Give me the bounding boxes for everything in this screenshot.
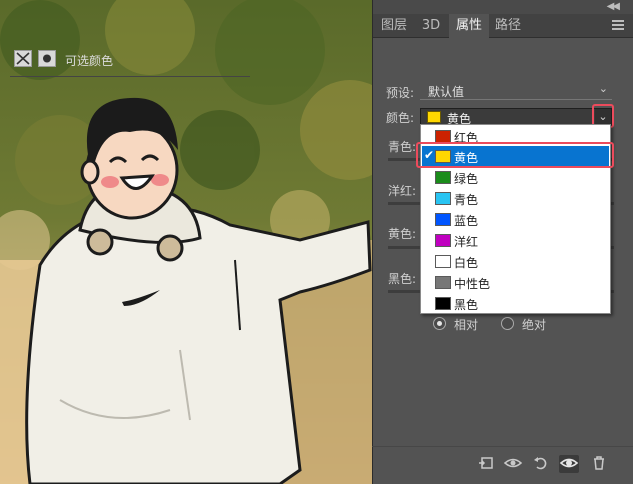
canvas-image[interactable] <box>0 0 372 484</box>
trash-icon[interactable] <box>589 455 609 473</box>
cartoon-illustration <box>0 0 372 484</box>
tab-properties[interactable]: 属性 <box>449 14 489 38</box>
list-item-black[interactable]: 黑色 <box>422 293 609 314</box>
list-item-blue[interactable]: 蓝色 <box>422 209 609 230</box>
radio-relative-label: 相对 <box>454 318 479 332</box>
list-item-white[interactable]: 白色 <box>422 251 609 272</box>
list-item-green[interactable]: 绿色 <box>422 167 609 188</box>
clip-to-layer-icon[interactable] <box>476 455 496 473</box>
preset-value: 默认值 <box>428 85 465 99</box>
adjustment-layer-icon[interactable] <box>14 50 32 67</box>
list-item-label: 中性色 <box>454 277 491 291</box>
double-chevron-icon[interactable]: ◀◀ <box>607 1 620 12</box>
magenta-label: 洋红: <box>388 184 417 198</box>
cyan-swatch <box>435 192 451 205</box>
preset-dropdown[interactable]: 默认值 ⌄ <box>420 82 612 100</box>
list-item-magenta[interactable]: 洋红 <box>422 230 609 251</box>
preset-label: 预设: <box>386 86 415 100</box>
tab-layers[interactable]: 图层 <box>377 14 411 38</box>
list-item-label: 洋红 <box>454 235 479 249</box>
yellow-label: 黄色: <box>388 227 417 241</box>
tab-paths[interactable]: 路径 <box>491 14 525 38</box>
divider <box>10 76 250 77</box>
view-previous-icon[interactable] <box>503 455 523 473</box>
black-label: 黑色: <box>388 272 417 286</box>
list-item-cyan[interactable]: 青色 <box>422 188 609 209</box>
list-item-label: 绿色 <box>454 172 479 186</box>
neutral-swatch <box>435 276 451 289</box>
list-item-label: 白色 <box>454 256 479 270</box>
highlight-box <box>416 142 614 168</box>
reset-icon[interactable] <box>531 455 551 473</box>
magenta-swatch <box>435 234 451 247</box>
radio-relative[interactable] <box>433 317 446 330</box>
tab-3d[interactable]: 3D <box>417 14 445 38</box>
green-swatch <box>435 171 451 184</box>
list-item-neutral[interactable]: 中性色 <box>422 272 609 293</box>
visibility-eye-icon[interactable] <box>559 455 579 473</box>
black-swatch <box>435 297 451 310</box>
radio-absolute-label: 绝对 <box>522 318 547 332</box>
color-swatch <box>427 111 441 123</box>
list-item-label: 黑色 <box>454 298 479 312</box>
list-item-label: 青色 <box>454 193 479 207</box>
white-swatch <box>435 255 451 268</box>
panel-tabbar: 图层 3D 属性 路径 <box>373 14 633 38</box>
cyan-label: 青色: <box>388 140 417 154</box>
list-item-label: 蓝色 <box>454 214 479 228</box>
panel-title: 可选颜色 <box>65 54 114 68</box>
panel-titlebar: ◀◀ <box>373 0 633 14</box>
layer-mask-icon[interactable] <box>38 50 56 67</box>
colors-label: 颜色: <box>386 111 415 125</box>
radio-absolute[interactable] <box>501 317 514 330</box>
blue-swatch <box>435 213 451 226</box>
chevron-down-icon: ⌄ <box>598 82 608 95</box>
hamburger-menu-icon[interactable] <box>612 20 624 30</box>
